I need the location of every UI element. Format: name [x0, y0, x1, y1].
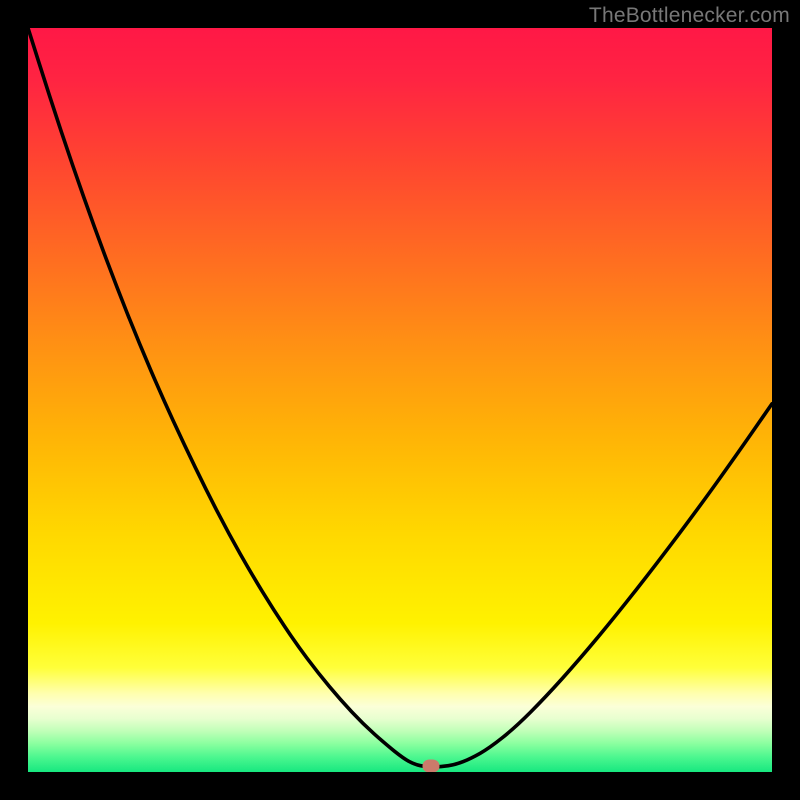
optimum-marker: [422, 760, 439, 772]
plot-area: [28, 28, 772, 772]
watermark-text: TheBottlenecker.com: [589, 4, 790, 28]
bottleneck-curve: [28, 28, 772, 772]
chart-stage: TheBottlenecker.com: [0, 0, 800, 800]
